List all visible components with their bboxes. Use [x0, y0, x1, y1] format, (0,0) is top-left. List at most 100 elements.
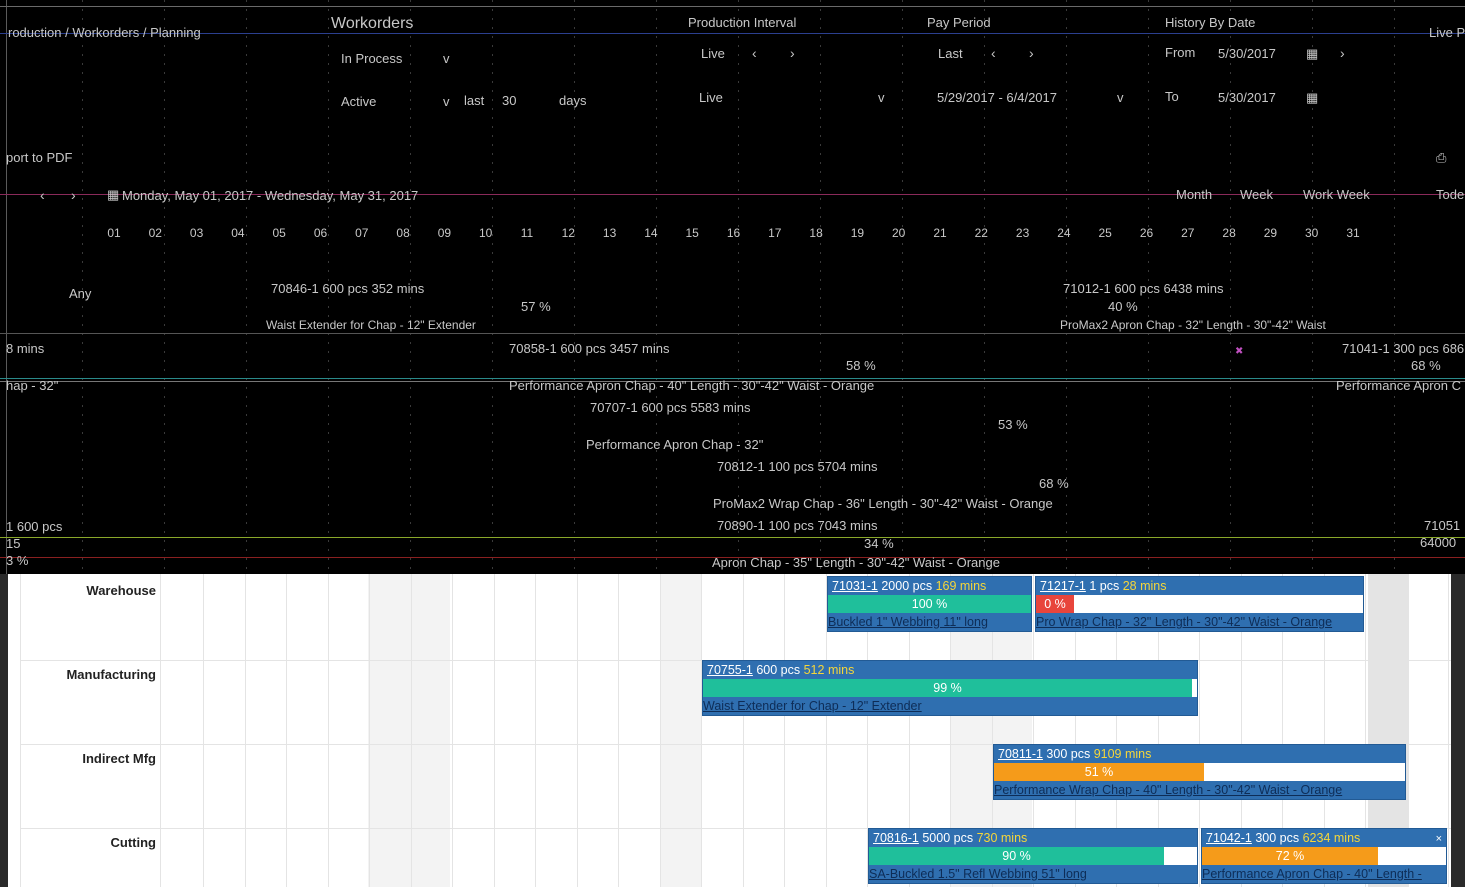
view-work-week-button[interactable]: Work Week	[1303, 188, 1370, 202]
item-description-link[interactable]: ProMax2 Wrap Chap - 36" Length - 30"-42"…	[713, 497, 1053, 511]
progress-label: 99 %	[933, 681, 962, 695]
print-icon[interactable]: ⎙	[1436, 151, 1446, 165]
task-header: 70816-1 5000 pcs 730 mins	[873, 831, 1027, 846]
item-description-link[interactable]: Performance Apron C	[1336, 379, 1461, 393]
close-icon[interactable]: ×	[1436, 833, 1442, 845]
workorder-link[interactable]: 70846-1 600 pcs 352 mins	[271, 282, 424, 296]
workorder-link[interactable]: 70812-1 100 pcs 5704 mins	[717, 460, 877, 474]
workorder-link[interactable]: 71217-1	[1040, 579, 1086, 593]
calendar-icon[interactable]: ▦	[107, 188, 119, 202]
day-header: 04	[231, 226, 245, 240]
day-header: 08	[396, 226, 410, 240]
progress-label: 100 %	[911, 597, 948, 611]
day-header: 13	[602, 226, 617, 240]
to-label: To	[1165, 89, 1179, 104]
workorder-task-bar[interactable]: 70816-1 5000 pcs 730 mins 90 % SA-Buckled …	[868, 828, 1198, 884]
from-date-input[interactable]: 5/30/2017	[1218, 47, 1276, 61]
day-header: 09	[437, 226, 452, 240]
workorder-link[interactable]: 71012-1 600 pcs 6438 mins	[1063, 282, 1223, 296]
last-days-input[interactable]: 30	[502, 94, 516, 108]
quantity-label: 300 pcs	[1251, 831, 1303, 845]
prev-arrow-icon[interactable]: ‹	[991, 45, 996, 61]
progress-label: 53 %	[998, 417, 1028, 432]
view-week-button[interactable]: Week	[1240, 188, 1273, 202]
breadcrumb[interactable]: roduction / Workorders / Planning	[8, 26, 201, 40]
next-arrow-icon[interactable]: ›	[1029, 45, 1034, 61]
item-description-link[interactable]: Performance Wrap Chap - 40" Length - 30"…	[994, 783, 1405, 798]
workorder-link[interactable]: 71041-1 300 pcs 6861	[1342, 342, 1465, 356]
left-chap-label: hap - 32"	[6, 378, 59, 393]
item-description-link[interactable]: ProMax2 Apron Chap - 32" Length - 30"-42…	[1060, 318, 1326, 332]
progress-label: 0 %	[1044, 597, 1066, 611]
calendar-icon[interactable]: ▦	[1306, 91, 1318, 105]
workorder-link[interactable]: 70890-1 100 pcs 7043 mins	[717, 519, 877, 533]
status-select[interactable]: In Process	[341, 52, 402, 66]
active-select[interactable]: Active	[341, 95, 376, 109]
workorder-task-bar[interactable]: 70755-1 600 pcs 512 mins 99 % Waist Extend…	[702, 660, 1198, 716]
chevron-down-icon[interactable]: v	[443, 95, 450, 109]
minutes-label: 6234 mins	[1302, 831, 1361, 845]
day-header: 26	[1139, 226, 1154, 240]
workorder-link[interactable]: 70816-1	[873, 831, 919, 845]
item-description-link[interactable]: Apron Chap - 35" Length - 30"-42" Waist …	[712, 556, 1000, 570]
history-title: History By Date	[1165, 15, 1256, 30]
pay-period-value[interactable]: Last	[938, 47, 963, 61]
day-header: 03	[189, 226, 204, 240]
live-label: Live P	[1429, 25, 1465, 40]
workorder-link[interactable]: 71031-1	[832, 579, 878, 593]
quantity-label: 300 pcs	[1042, 747, 1094, 761]
day-header: 27	[1181, 226, 1195, 240]
minutes-label: 9109 mins	[1093, 747, 1152, 761]
workorder-task-bar[interactable]: 70811-1 300 pcs 9109 mins 51 % Performance…	[993, 744, 1406, 800]
calendar-icon[interactable]: ▦	[1306, 47, 1318, 61]
resource-any-label: Any	[69, 286, 92, 301]
task-header: 71042-1 300 pcs 6234 mins	[1206, 831, 1360, 846]
to-date-input[interactable]: 5/30/2017	[1218, 91, 1276, 105]
day-header: 15	[685, 226, 699, 240]
chevron-down-icon[interactable]: v	[443, 52, 450, 66]
next-arrow-icon[interactable]: ›	[71, 187, 76, 203]
workorder-task-bar[interactable]: 71217-1 1 pcs 28 mins 0 % Pro Wrap Chap - …	[1035, 576, 1364, 632]
item-description-link[interactable]: Performance Apron Chap - 40" Length - 30…	[509, 379, 874, 393]
right-edge-label: 64000	[1420, 535, 1457, 550]
item-description-link[interactable]: Waist Extender for Chap - 12" Extender	[266, 318, 476, 332]
day-header: 21	[933, 226, 947, 240]
last-label: last	[464, 93, 485, 108]
next-arrow-icon[interactable]: ›	[1340, 45, 1345, 61]
workorder-task-bar[interactable]: 71031-1 2000 pcs 169 mins 100 % Buckled 1"…	[827, 576, 1032, 632]
item-description-link[interactable]: Performance Apron Chap - 40" Length -	[1202, 867, 1446, 882]
production-interval-value[interactable]: Live	[701, 47, 725, 61]
chevron-down-icon[interactable]: v	[878, 91, 885, 105]
item-description-link[interactable]: Performance Apron Chap - 32"	[586, 438, 763, 452]
workorder-link[interactable]: 70707-1 600 pcs 5583 mins	[590, 401, 750, 415]
left-mins-label: 8 mins	[6, 341, 45, 356]
day-header: 01	[107, 226, 121, 240]
workorder-link[interactable]: 70811-1	[998, 747, 1043, 761]
pay-period-range-select[interactable]: 5/29/2017 - 6/4/2017	[937, 91, 1057, 105]
workorder-link[interactable]: 70755-1	[707, 663, 753, 677]
next-arrow-icon[interactable]: ›	[790, 45, 795, 61]
chevron-down-icon[interactable]: v	[1117, 91, 1124, 105]
production-interval-select[interactable]: Live	[699, 91, 723, 105]
workorder-link[interactable]: 70858-1 600 pcs 3457 mins	[509, 342, 669, 356]
workorder-link[interactable]: 71042-1	[1206, 831, 1252, 845]
prev-arrow-icon[interactable]: ‹	[40, 187, 45, 203]
progress-bar: 0 %	[1036, 595, 1363, 613]
progress-label: 34 %	[864, 536, 894, 551]
item-description-link[interactable]: Waist Extender for Chap - 12" Extender	[703, 699, 1197, 714]
view-overflow-button[interactable]: Tode	[1436, 188, 1464, 202]
quantity-label: 5000 pcs	[918, 831, 977, 845]
prev-arrow-icon[interactable]: ‹	[752, 45, 757, 61]
workorder-task-bar[interactable]: 71042-1 300 pcs 6234 mins 72 % Performance…	[1201, 828, 1447, 884]
export-pdf-link[interactable]: port to PDF	[6, 151, 72, 165]
progress-bar: 51 %	[994, 763, 1405, 781]
progress-label: 58 %	[846, 358, 876, 373]
view-month-button[interactable]: Month	[1176, 188, 1212, 202]
day-header: 20	[892, 226, 906, 240]
day-header: 30	[1305, 226, 1319, 240]
item-description-link[interactable]: SA-Buckled 1.5" Refl Webbing 51" long	[869, 867, 1197, 882]
scheduler-grid: Warehouse Manufacturing Indirect Mfg Cut…	[0, 574, 1465, 887]
day-header: 07	[355, 226, 369, 240]
item-description-link[interactable]: Buckled 1" Webbing 11" long	[828, 615, 1031, 630]
item-description-link[interactable]: Pro Wrap Chap - 32" Length - 30"-42" Wai…	[1036, 615, 1363, 630]
